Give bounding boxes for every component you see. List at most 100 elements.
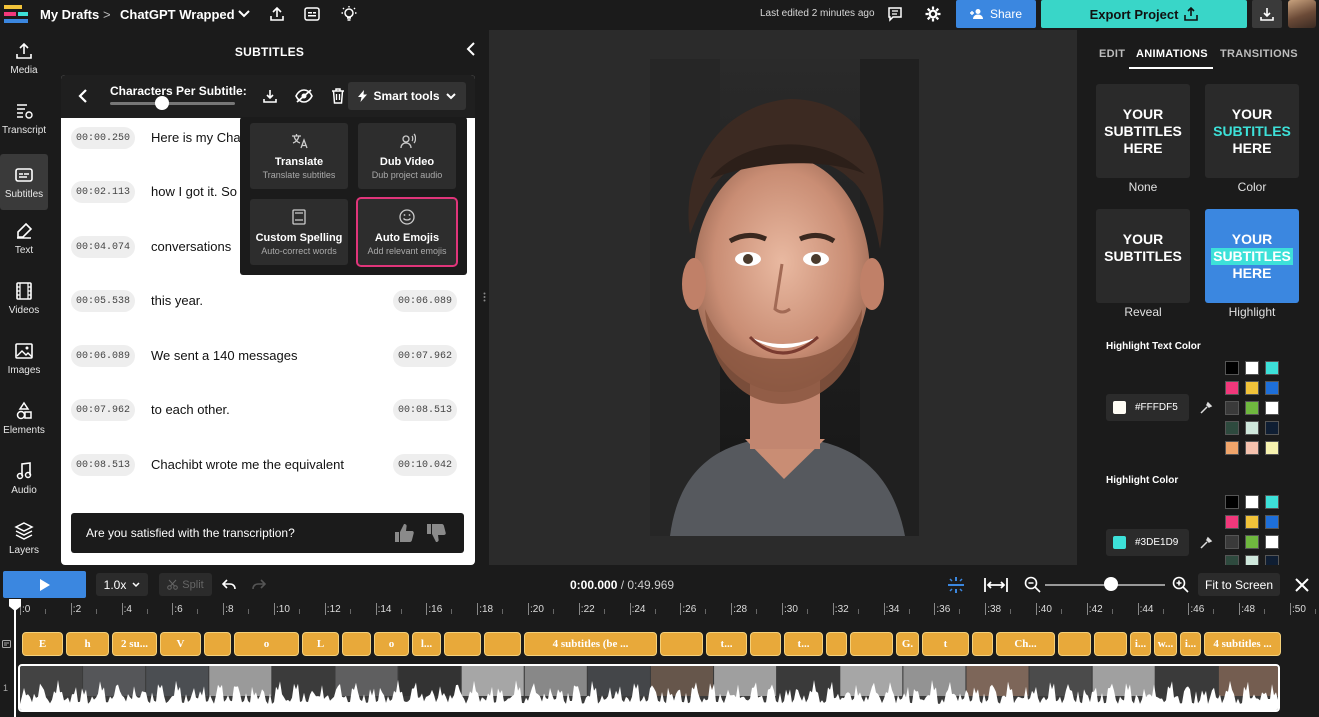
playhead[interactable] <box>14 599 16 717</box>
palette-swatch[interactable] <box>1245 381 1259 395</box>
subtitle-clip[interactable] <box>342 632 371 656</box>
back-arrow-icon[interactable] <box>75 87 91 105</box>
subtitle-clip[interactable]: V <box>160 632 201 656</box>
sidebar-item-text[interactable]: Text <box>0 210 48 266</box>
smart-tool-custom-spelling[interactable]: Custom Spelling Auto-correct words <box>250 199 348 265</box>
thumbs-down-icon[interactable] <box>425 522 447 544</box>
subtitle-clip[interactable]: E <box>22 632 63 656</box>
smart-tool-auto-emojis[interactable]: Auto Emojis Add relevant emojis <box>356 197 458 267</box>
start-time[interactable]: 00:05.538 <box>71 290 135 312</box>
subtitle-clip[interactable]: G. <box>896 632 919 656</box>
subtitle-clip[interactable]: h <box>66 632 109 656</box>
fit-to-screen-button[interactable]: Fit to Screen <box>1198 573 1280 596</box>
subtitle-row[interactable]: 00:06.089 We sent a 140 messages 00:07.962 <box>61 341 475 371</box>
highlight-color-field[interactable]: #3DE1D9 <box>1106 529 1189 556</box>
subtitle-clip[interactable] <box>1094 632 1127 656</box>
hide-subtitles-icon[interactable] <box>294 86 314 106</box>
subtitle-text[interactable]: to each other. <box>151 402 230 417</box>
start-time[interactable]: 00:06.089 <box>71 345 135 367</box>
palette-swatch[interactable] <box>1225 515 1239 529</box>
redo-icon[interactable] <box>252 579 266 591</box>
palette-swatch[interactable] <box>1225 495 1239 509</box>
playback-speed-select[interactable]: 1.0x <box>96 573 148 596</box>
palette-swatch[interactable] <box>1245 441 1259 455</box>
zoom-in-icon[interactable] <box>1172 576 1190 594</box>
palette-swatch[interactable] <box>1245 555 1259 565</box>
palette-swatch[interactable] <box>1225 441 1239 455</box>
subtitle-clip[interactable] <box>444 632 481 656</box>
split-button[interactable]: Split <box>159 573 212 596</box>
palette-swatch[interactable] <box>1265 361 1279 375</box>
tab-animations[interactable]: ANIMATIONS <box>1136 48 1208 60</box>
palette-swatch[interactable] <box>1265 421 1279 435</box>
zoom-slider-handle[interactable] <box>1104 577 1118 591</box>
panel-resize-handle[interactable] <box>483 292 486 302</box>
lightbulb-icon[interactable] <box>339 4 359 24</box>
captions-icon[interactable] <box>302 4 322 24</box>
video-track[interactable] <box>18 664 1280 712</box>
start-time[interactable]: 00:08.513 <box>71 454 135 476</box>
palette-swatch[interactable] <box>1225 401 1239 415</box>
smart-tool-translate[interactable]: Translate Translate subtitles <box>250 123 348 189</box>
zoom-out-icon[interactable] <box>1024 576 1042 594</box>
palette-swatch[interactable] <box>1245 361 1259 375</box>
eyedropper-icon[interactable] <box>1199 536 1213 550</box>
subtitle-row[interactable]: 00:05.538 this year. 00:06.089 <box>61 286 475 316</box>
subtitle-clip[interactable] <box>850 632 893 656</box>
time-ruler[interactable]: :0:2:4:6:8:10:12:14:16:18:20:22:24:26:28… <box>0 601 1319 619</box>
palette-swatch[interactable] <box>1245 515 1259 529</box>
subtitle-clip[interactable]: o <box>374 632 409 656</box>
subtitle-clip[interactable]: 2 su... <box>112 632 157 656</box>
start-time[interactable]: 00:00.250 <box>71 127 135 149</box>
subtitle-clip[interactable] <box>750 632 781 656</box>
subtitle-text[interactable]: conversations <box>151 239 231 254</box>
sidebar-item-media[interactable]: Media <box>0 30 48 86</box>
download-subtitles-icon[interactable] <box>260 86 280 106</box>
end-time[interactable]: 00:07.962 <box>393 345 457 367</box>
smart-tools-button[interactable]: Smart tools <box>348 82 466 110</box>
palette-swatch[interactable] <box>1245 421 1259 435</box>
palette-swatch[interactable] <box>1265 441 1279 455</box>
sidebar-item-layers[interactable]: Layers <box>0 510 48 566</box>
subtitle-text[interactable]: Chachibt wrote me the equivalent <box>151 457 344 472</box>
eyedropper-icon[interactable] <box>1199 401 1213 415</box>
subtitle-clip[interactable]: l... <box>412 632 441 656</box>
animation-reveal[interactable]: YOUR SUBTITLES <box>1096 209 1190 303</box>
slider-handle[interactable] <box>155 96 169 110</box>
subtitle-track[interactable]: Eh2 su... Vo Lo l... 4 subtitles (be ... t...… <box>22 632 1281 656</box>
end-time[interactable]: 00:10.042 <box>393 454 457 476</box>
subtitle-clip[interactable]: 4 subtitles ... <box>1204 632 1281 656</box>
start-time[interactable]: 00:02.113 <box>71 181 135 203</box>
trash-icon[interactable] <box>328 86 348 106</box>
palette-swatch[interactable] <box>1225 381 1239 395</box>
characters-per-subtitle-slider[interactable] <box>110 102 235 105</box>
palette-swatch[interactable] <box>1265 381 1279 395</box>
subtitle-clip[interactable]: w... <box>1154 632 1177 656</box>
palette-swatch[interactable] <box>1225 555 1239 565</box>
subtitle-clip[interactable] <box>484 632 521 656</box>
subtitle-text[interactable]: how I got it. So <box>151 184 237 199</box>
share-button[interactable]: Share <box>956 0 1036 28</box>
subtitle-clip[interactable] <box>204 632 231 656</box>
highlight-text-color-field[interactable]: #FFFDF5 <box>1106 394 1189 421</box>
fit-width-icon[interactable] <box>984 576 1008 594</box>
video-preview[interactable] <box>650 59 919 536</box>
subtitle-clip[interactable]: t... <box>706 632 747 656</box>
gear-icon[interactable] <box>923 4 943 24</box>
subtitle-clip[interactable] <box>660 632 703 656</box>
sidebar-item-elements[interactable]: Elements <box>0 390 48 446</box>
palette-swatch[interactable] <box>1225 361 1239 375</box>
subtitle-text[interactable]: this year. <box>151 293 203 308</box>
animation-none[interactable]: YOUR SUBTITLES HERE <box>1096 84 1190 178</box>
collapse-panel-icon[interactable] <box>462 40 480 58</box>
animation-highlight[interactable]: YOUR SUBTITLES HERE <box>1205 209 1299 303</box>
sidebar-item-videos[interactable]: Videos <box>0 270 48 326</box>
subtitle-clip[interactable]: 4 subtitles (be ... <box>524 632 657 656</box>
palette-swatch[interactable] <box>1265 555 1279 565</box>
comments-icon[interactable] <box>885 4 905 24</box>
download-button[interactable] <box>1252 0 1282 28</box>
kapwing-logo-icon[interactable] <box>4 5 30 23</box>
sidebar-item-subtitles[interactable]: Subtitles <box>0 154 48 210</box>
animation-color[interactable]: YOUR SUBTITLES HERE <box>1205 84 1299 178</box>
subtitle-text[interactable]: Here is my Cha <box>151 130 241 145</box>
